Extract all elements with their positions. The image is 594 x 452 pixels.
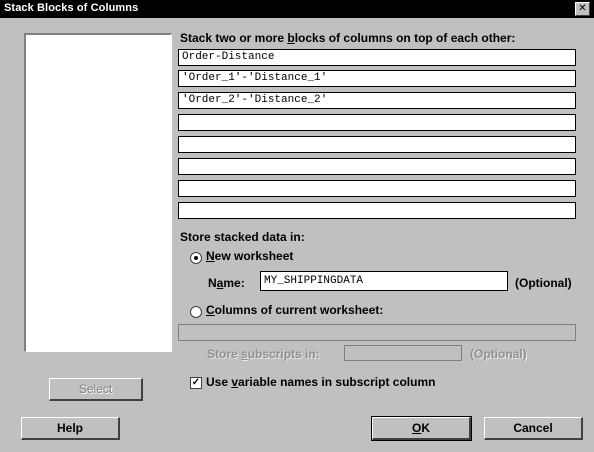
block-field-4[interactable] bbox=[178, 114, 576, 131]
column-listbox[interactable] bbox=[24, 33, 172, 352]
name-optional-label: (Optional) bbox=[515, 276, 572, 290]
window-title: Stack Blocks of Columns bbox=[4, 2, 139, 14]
current-worksheet-radio[interactable] bbox=[190, 306, 202, 318]
block-field-1[interactable]: Order-Distance bbox=[178, 49, 576, 66]
subscripts-input[interactable] bbox=[344, 345, 462, 361]
use-varnames-checkbox[interactable]: ✓ bbox=[190, 377, 202, 389]
current-columns-input[interactable] bbox=[178, 324, 576, 341]
current-worksheet-label[interactable]: Columns of current worksheet: bbox=[206, 303, 383, 317]
new-worksheet-label[interactable]: New worksheet bbox=[206, 249, 293, 263]
subscripts-optional-label: (Optional) bbox=[470, 347, 527, 361]
block-field-3[interactable]: 'Order_2'-'Distance_2' bbox=[178, 92, 576, 109]
block-field-8[interactable] bbox=[178, 202, 576, 219]
block-field-6[interactable] bbox=[178, 158, 576, 175]
cancel-button[interactable]: Cancel bbox=[484, 417, 583, 440]
use-varnames-label[interactable]: Use variable names in subscript column bbox=[206, 375, 435, 389]
help-button[interactable]: Help bbox=[21, 417, 120, 440]
select-button[interactable]: Select bbox=[49, 378, 143, 401]
title-bar: Stack Blocks of Columns ✕ bbox=[0, 0, 594, 18]
name-label: Name: bbox=[208, 276, 245, 290]
block-field-2[interactable]: 'Order_1'-'Distance_1' bbox=[178, 70, 576, 87]
block-field-5[interactable] bbox=[178, 136, 576, 153]
close-icon[interactable]: ✕ bbox=[575, 2, 590, 16]
ok-button[interactable]: OK bbox=[371, 416, 472, 441]
instructions-label: Stack two or more blocks of columns on t… bbox=[180, 31, 516, 45]
subscripts-label: Store subscripts in: bbox=[207, 347, 320, 361]
worksheet-name-input[interactable]: MY_SHIPPINGDATA bbox=[260, 271, 508, 291]
store-heading: Store stacked data in: bbox=[180, 230, 305, 244]
new-worksheet-radio[interactable] bbox=[190, 252, 202, 264]
block-field-7[interactable] bbox=[178, 180, 576, 197]
